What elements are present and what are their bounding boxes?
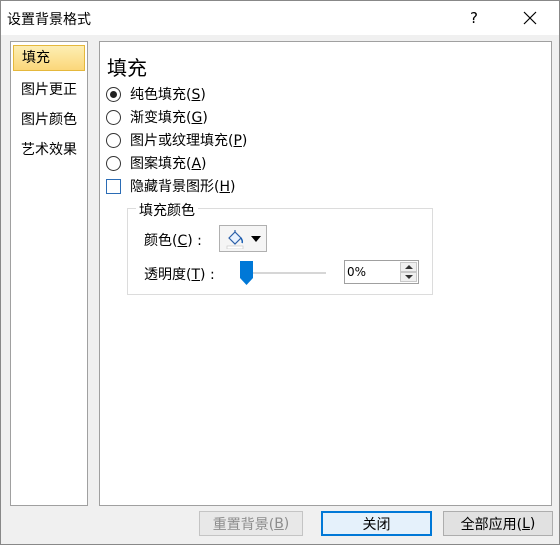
slider-thumb[interactable]	[240, 261, 253, 285]
dialog-title: 设置背景格式	[7, 12, 91, 28]
transparency-label: 透明度(T) :	[144, 267, 215, 283]
help-button[interactable]: ?	[451, 1, 497, 35]
reset-background-button[interactable]: 重置背景(B)	[199, 511, 303, 536]
fill-color-group: 填充颜色 颜色(C) : 透明度(T) :	[127, 200, 433, 295]
radio[interactable]	[106, 155, 121, 171]
group-title: 填充颜色	[136, 200, 198, 220]
transparency-input[interactable]	[347, 263, 397, 281]
arrow-up-icon	[404, 265, 413, 269]
apply-to-all-button[interactable]: 全部应用(L)	[443, 511, 553, 536]
nav-item-fill[interactable]: 填充	[13, 45, 85, 71]
fill-panel: 填充 纯色填充(S) 渐变填充(G) 图片或纹理填充(P) 图案填充(A) 隐藏…	[99, 41, 552, 506]
spin-down-button[interactable]	[400, 272, 417, 282]
color-label: 颜色(C) :	[144, 233, 202, 249]
nav-item-picture-corrections[interactable]: 图片更正	[13, 77, 85, 103]
panel-heading: 填充	[107, 56, 147, 80]
transparency-slider[interactable]	[240, 261, 326, 285]
transparency-spinbox	[344, 260, 419, 284]
checkbox[interactable]	[106, 178, 121, 194]
paint-bucket-icon	[226, 230, 244, 249]
nav-item-picture-color[interactable]: 图片颜色	[13, 107, 85, 133]
close-button[interactable]: 关闭	[321, 511, 432, 536]
spin-up-button[interactable]	[400, 262, 417, 272]
arrow-down-icon	[404, 275, 413, 279]
hide-background-graphics-checkbox[interactable]: 隐藏背景图形(H)	[106, 176, 235, 196]
gradient-fill-option[interactable]: 渐变填充(G)	[106, 107, 208, 127]
close-icon	[523, 11, 537, 25]
close-window-button[interactable]	[507, 1, 553, 35]
title-bar: 设置背景格式 ?	[1, 1, 559, 35]
radio[interactable]	[106, 132, 121, 148]
category-nav: 填充 图片更正 图片颜色 艺术效果	[10, 41, 88, 506]
solid-fill-option[interactable]: 纯色填充(S)	[106, 84, 206, 104]
pattern-fill-option[interactable]: 图案填充(A)	[106, 153, 207, 173]
format-background-dialog: 设置背景格式 ? 填充 图片更正 图片颜色 艺术效果 填充 纯色填充(S) 渐变…	[0, 0, 560, 545]
chevron-down-icon	[251, 236, 261, 242]
nav-item-artistic-effects[interactable]: 艺术效果	[13, 137, 85, 163]
fill-color-picker-button[interactable]	[219, 225, 267, 252]
picture-texture-fill-option[interactable]: 图片或纹理填充(P)	[106, 130, 247, 150]
help-icon: ?	[470, 9, 478, 27]
radio-checked[interactable]	[106, 86, 121, 102]
radio[interactable]	[106, 109, 121, 125]
